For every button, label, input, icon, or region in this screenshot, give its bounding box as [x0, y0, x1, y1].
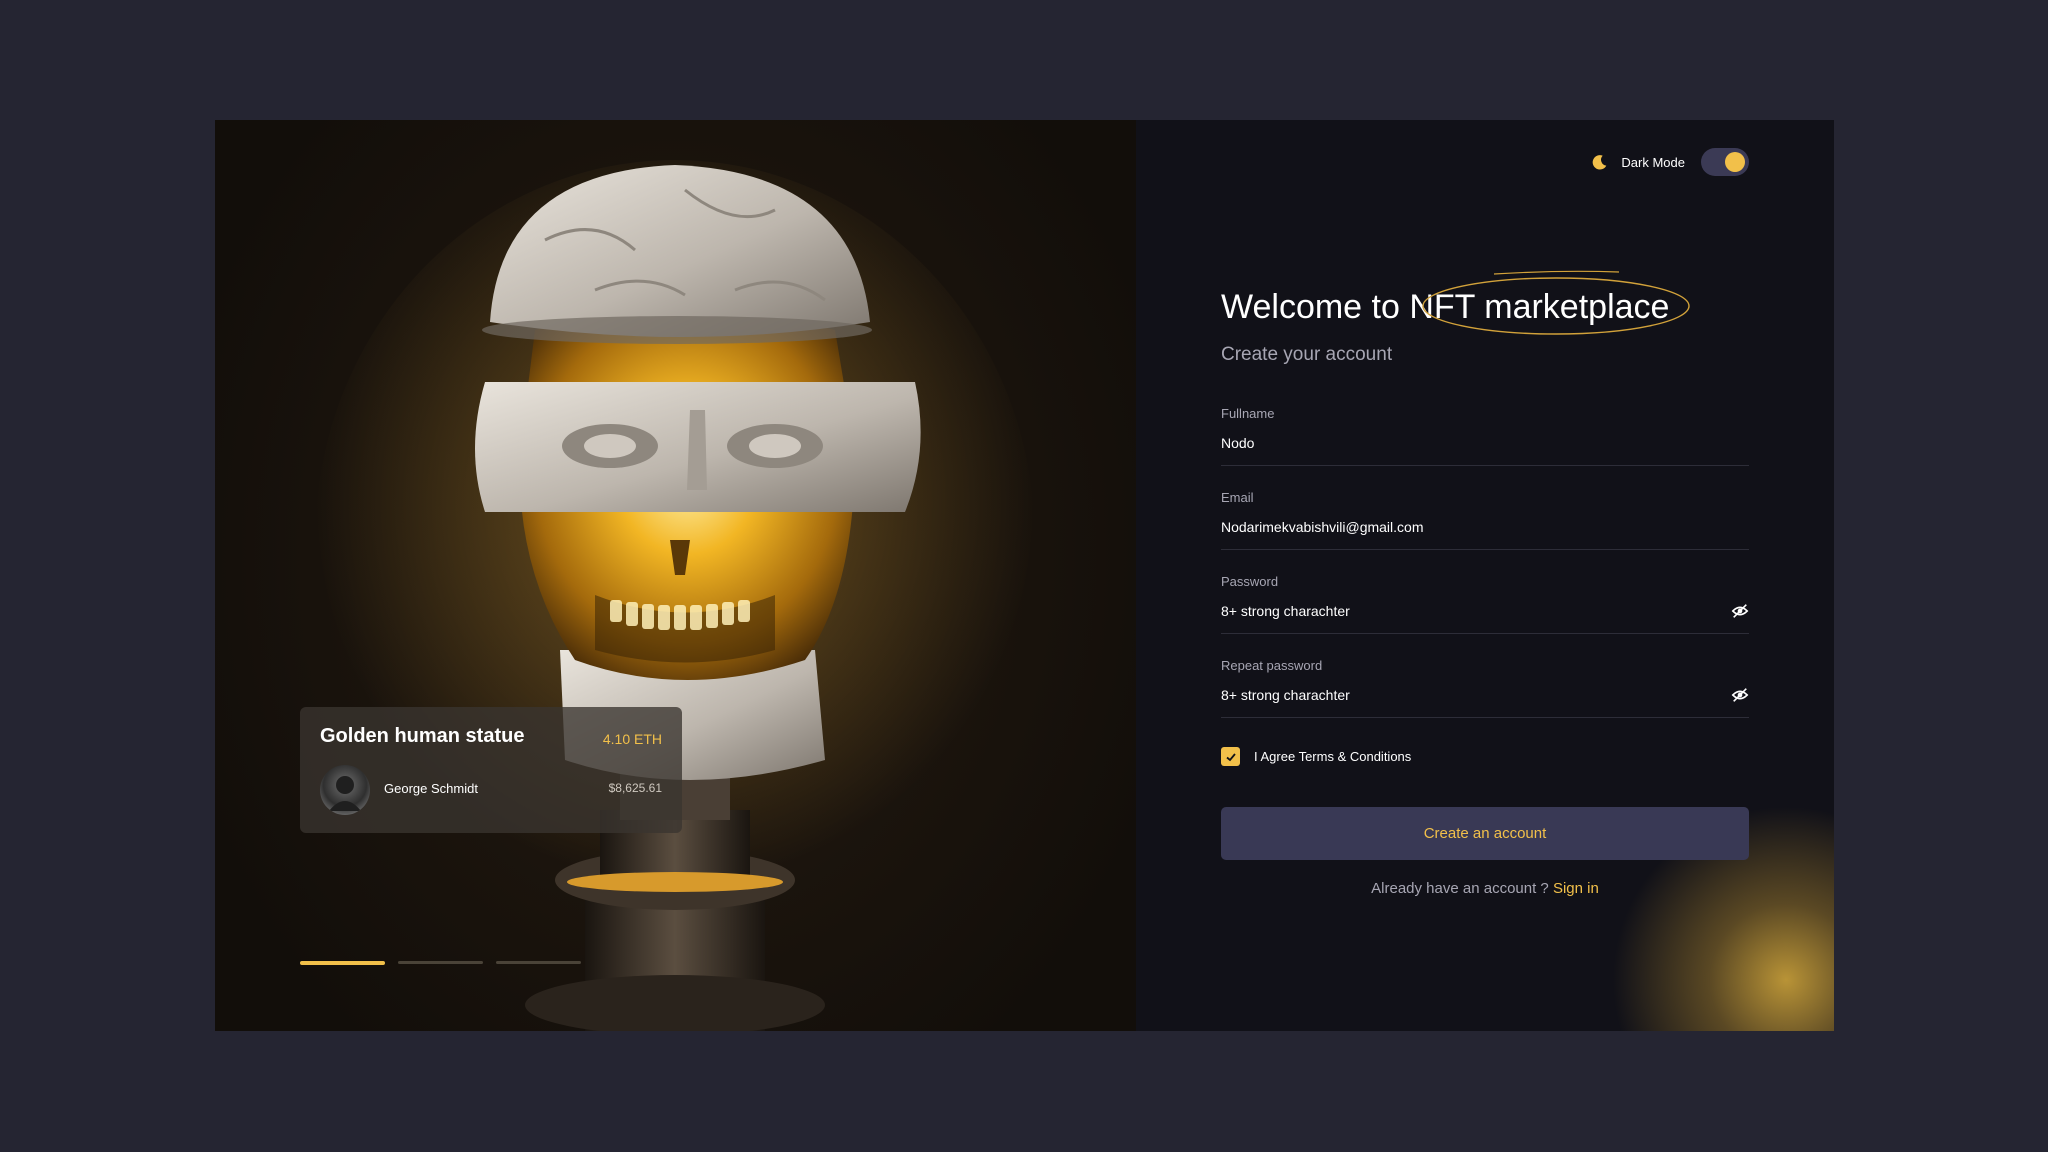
signin-prompt: Already have an account ? — [1371, 880, 1549, 897]
carousel-dot-2[interactable] — [398, 961, 483, 964]
repeat-password-field: Repeat password 8+ strong charachter — [1221, 658, 1749, 718]
eye-off-icon[interactable] — [1731, 686, 1749, 704]
email-field: Email Nodarimekvabishvili@gmail.com — [1221, 490, 1749, 550]
carousel-dot-3[interactable] — [496, 961, 581, 964]
password-field: Password 8+ strong charachter — [1221, 574, 1749, 634]
field-underline — [1221, 549, 1749, 550]
fullname-input[interactable]: Nodo — [1221, 435, 1749, 453]
eye-off-icon[interactable] — [1731, 602, 1749, 620]
signup-window: Golden human statue 4.10 ETH George Schm… — [215, 120, 1834, 1031]
password-input[interactable]: 8+ strong charachter — [1221, 603, 1350, 619]
repeat-password-label: Repeat password — [1221, 658, 1323, 673]
password-label: Password — [1221, 574, 1279, 589]
dark-mode-control: Dark Mode — [1591, 148, 1749, 176]
toggle-knob — [1725, 152, 1745, 172]
dark-mode-toggle[interactable] — [1701, 148, 1749, 176]
password-input-row[interactable]: 8+ strong charachter — [1221, 603, 1749, 621]
create-account-button[interactable]: Create an account — [1221, 807, 1749, 860]
fullname-field: Fullname Nodo — [1221, 406, 1749, 466]
terms-checkbox[interactable] — [1221, 747, 1240, 766]
repeat-password-input-row[interactable]: 8+ strong charachter — [1221, 687, 1749, 705]
terms-row: I Agree Terms & Conditions — [1221, 747, 1411, 766]
owner-avatar — [320, 765, 370, 815]
dark-mode-label: Dark Mode — [1621, 154, 1685, 170]
artwork-panel: Golden human statue 4.10 ETH George Schm… — [215, 120, 1136, 1031]
terms-label: I Agree Terms & Conditions — [1254, 749, 1412, 764]
field-underline — [1221, 717, 1749, 718]
nft-info-card[interactable]: Golden human statue 4.10 ETH George Schm… — [300, 707, 682, 833]
signup-form-panel: Dark Mode Welcome to NFT marketplace Cre… — [1136, 120, 1834, 1031]
page-subtitle: Create your account — [1221, 344, 1393, 365]
signin-link[interactable]: Sign in — [1553, 880, 1599, 897]
email-label: Email — [1221, 490, 1254, 505]
carousel-indicators — [300, 961, 581, 965]
moon-icon — [1593, 155, 1607, 170]
field-underline — [1221, 465, 1749, 466]
signin-row: Already have an account ? Sign in — [1221, 880, 1749, 897]
owner-name: George Schmidt — [384, 781, 478, 796]
checkmark-icon — [1225, 752, 1236, 761]
field-underline — [1221, 633, 1749, 634]
nft-price-eth: 4.10 ETH — [602, 731, 662, 747]
repeat-password-input[interactable]: 8+ strong charachter — [1221, 687, 1350, 703]
highlight-circle-decoration — [1422, 270, 1690, 335]
carousel-dot-1[interactable] — [300, 961, 385, 965]
nft-price-usd: $8,625.61 — [608, 781, 662, 795]
nft-title: Golden human statue — [320, 725, 525, 747]
golden-statue-image — [315, 160, 1035, 1031]
email-input[interactable]: Nodarimekvabishvili@gmail.com — [1221, 519, 1749, 537]
fullname-label: Fullname — [1221, 406, 1275, 421]
